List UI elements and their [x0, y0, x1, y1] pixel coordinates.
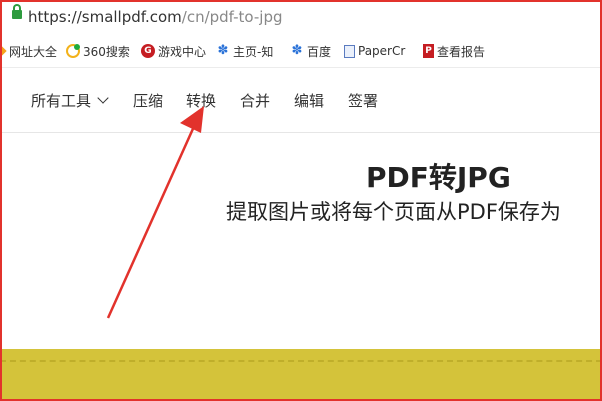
address-bar[interactable]: https://smallpdf.com/cn/pdf-to-jpg: [0, 0, 602, 36]
bookmark-360-search[interactable]: 360搜索: [66, 43, 130, 59]
nav-merge[interactable]: 合并: [240, 90, 270, 111]
main-nav: 所有工具 压缩 转换 合并 编辑 签署: [0, 68, 602, 133]
nav-all-tools[interactable]: 所有工具: [31, 90, 109, 111]
file-drop-zone[interactable]: [0, 349, 602, 401]
baidu-paw-icon: ✽: [291, 43, 303, 58]
bookmark-url-directory[interactable]: 网址大全: [0, 43, 57, 59]
bookmark-game-center[interactable]: G 游戏中心: [141, 43, 206, 59]
nav-compress[interactable]: 压缩: [133, 90, 163, 111]
report-icon: P: [423, 44, 434, 58]
document-icon: [344, 44, 355, 58]
game-center-icon: G: [141, 44, 155, 58]
bookmarks-bar: 网址大全 360搜索 G 游戏中心 ✽ 主页-知 ✽ 百度 PaperCr P …: [0, 36, 602, 68]
star-icon: [0, 44, 6, 58]
url-text[interactable]: https://smallpdf.com/cn/pdf-to-jpg: [28, 8, 283, 26]
search-360-icon: [66, 44, 80, 58]
nav-sign[interactable]: 签署: [348, 90, 378, 111]
page-subtitle: 提取图片或将每个页面从PDF保存为: [226, 200, 561, 224]
paw-icon: ✽: [217, 43, 229, 58]
nav-edit[interactable]: 编辑: [294, 90, 324, 111]
nav-convert[interactable]: 转换: [186, 90, 216, 111]
bookmark-baidu[interactable]: ✽ 百度: [290, 43, 331, 59]
bookmark-papercr[interactable]: PaperCr: [344, 43, 405, 59]
page-title: PDF转JPG: [366, 161, 511, 194]
chevron-down-icon: [97, 92, 109, 104]
drop-zone-dashed-border: [0, 360, 602, 362]
bookmark-homepage[interactable]: ✽ 主页-知: [216, 43, 274, 59]
lock-icon: [12, 4, 22, 19]
bookmark-view-report[interactable]: P 查看报告: [423, 43, 485, 59]
